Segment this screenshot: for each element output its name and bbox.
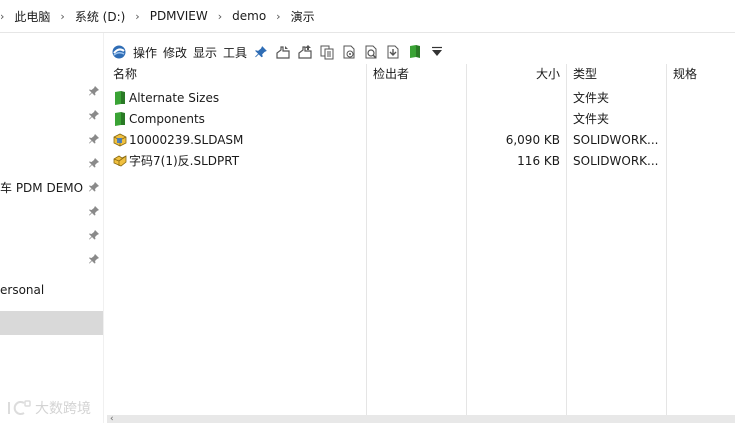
- breadcrumb-item-current[interactable]: 演示: [289, 8, 317, 25]
- search-document-icon[interactable]: [363, 44, 379, 60]
- pin-icon[interactable]: [88, 205, 100, 217]
- column-header-row: 名称 检出者 大小 类型 规格: [108, 64, 735, 84]
- breadcrumb-chevron-icon[interactable]: ›: [127, 10, 147, 23]
- file-checked-out-by: [373, 88, 468, 109]
- file-name: Components: [129, 112, 205, 126]
- folder-icon: [115, 91, 125, 105]
- address-bar[interactable]: › 此电脑 › 系统 (D:) › PDMVIEW › demo › 演示: [0, 0, 735, 33]
- pin-icon[interactable]: [88, 85, 100, 97]
- menu-tools[interactable]: 工具: [223, 44, 247, 61]
- breadcrumb-item-pdmview[interactable]: PDMVIEW: [148, 9, 210, 23]
- breadcrumb-item-this-pc[interactable]: 此电脑: [12, 8, 52, 25]
- file-type: SOLIDWORK...: [573, 154, 659, 168]
- breadcrumb-item-demo[interactable]: demo: [230, 9, 268, 23]
- file-type: 文件夹: [573, 91, 610, 105]
- file-size: 6,090 KB: [505, 133, 560, 147]
- file-name: Alternate Sizes: [129, 91, 220, 105]
- toolbar-dropdown-icon[interactable]: [429, 44, 445, 60]
- file-row-assembly[interactable]: 10000239.SLDASM 6,090 KB SOLIDWORK...: [108, 130, 735, 151]
- file-size: 116 KB: [517, 154, 560, 168]
- breadcrumb-item-drive-d[interactable]: 系统 (D:): [73, 8, 127, 25]
- file-spec: [673, 151, 735, 172]
- menu-modify[interactable]: 修改: [163, 44, 187, 61]
- check-in-icon[interactable]: [275, 44, 291, 60]
- file-type: 文件夹: [573, 112, 610, 126]
- pin-icon[interactable]: [253, 44, 269, 60]
- breadcrumb-chevron-icon[interactable]: ›: [268, 10, 288, 23]
- folder-icon: [115, 112, 125, 126]
- watermark: 大数跨境: [6, 398, 91, 418]
- column-header-size[interactable]: 大小: [468, 64, 560, 84]
- assembly-icon: [113, 133, 127, 147]
- file-name: 字码7(1)反.SLDPRT: [129, 154, 240, 168]
- navigation-pane[interactable]: 车 PDM DEMO ersonal: [0, 33, 103, 423]
- file-row-part[interactable]: 字码7(1)反.SLDPRT 116 KB SOLIDWORK...: [108, 151, 735, 172]
- nav-item-selected[interactable]: [0, 311, 103, 335]
- nav-item-pdm-demo[interactable]: 车 PDM DEMO: [0, 179, 83, 196]
- column-header-checked-out-by[interactable]: 检出者: [373, 64, 409, 84]
- file-row-alternate-sizes[interactable]: Alternate Sizes 文件夹: [108, 88, 735, 109]
- menu-display[interactable]: 显示: [193, 44, 217, 61]
- file-spec: [673, 109, 735, 130]
- file-type: SOLIDWORK...: [573, 133, 659, 147]
- file-spec: [673, 130, 735, 151]
- column-header-name[interactable]: 名称: [113, 64, 137, 84]
- pin-icon[interactable]: [88, 109, 100, 121]
- folder-book-icon[interactable]: [407, 44, 423, 60]
- pin-icon[interactable]: [88, 253, 100, 265]
- column-header-spec[interactable]: 规格: [673, 64, 697, 84]
- file-spec: [673, 88, 735, 109]
- pin-icon[interactable]: [88, 229, 100, 241]
- file-size: [468, 88, 560, 109]
- copy-tree-icon[interactable]: [319, 44, 335, 60]
- file-name: 10000239.SLDASM: [129, 133, 244, 147]
- file-checked-out-by: [373, 130, 468, 151]
- pdm-toolbar: 操作 修改 显示 工具: [108, 41, 735, 63]
- breadcrumb-chevron-icon[interactable]: ›: [210, 10, 230, 23]
- where-used-icon[interactable]: [341, 44, 357, 60]
- file-size: [468, 109, 560, 130]
- breadcrumb-chevron-icon: ›: [0, 9, 5, 23]
- pdm-vault-icon[interactable]: [111, 44, 127, 60]
- file-row-components[interactable]: Components 文件夹: [108, 109, 735, 130]
- pin-icon[interactable]: [88, 181, 100, 193]
- breadcrumb-chevron-icon[interactable]: ›: [52, 10, 72, 23]
- horizontal-scrollbar[interactable]: [107, 415, 735, 423]
- part-icon: [113, 155, 127, 167]
- watermark-text: 大数跨境: [35, 401, 91, 417]
- get-latest-icon[interactable]: [385, 44, 401, 60]
- column-header-type[interactable]: 类型: [573, 64, 597, 84]
- watermark-logo-icon: [8, 400, 31, 415]
- menu-operations[interactable]: 操作: [133, 44, 157, 61]
- check-out-icon[interactable]: [297, 44, 313, 60]
- pin-icon[interactable]: [88, 133, 100, 145]
- nav-item-personal[interactable]: ersonal: [0, 283, 44, 297]
- pane-divider[interactable]: [103, 33, 104, 423]
- file-checked-out-by: [373, 151, 468, 172]
- pin-icon[interactable]: [88, 157, 100, 169]
- breadcrumb: › 此电脑 › 系统 (D:) › PDMVIEW › demo › 演示: [0, 8, 317, 24]
- file-checked-out-by: [373, 109, 468, 130]
